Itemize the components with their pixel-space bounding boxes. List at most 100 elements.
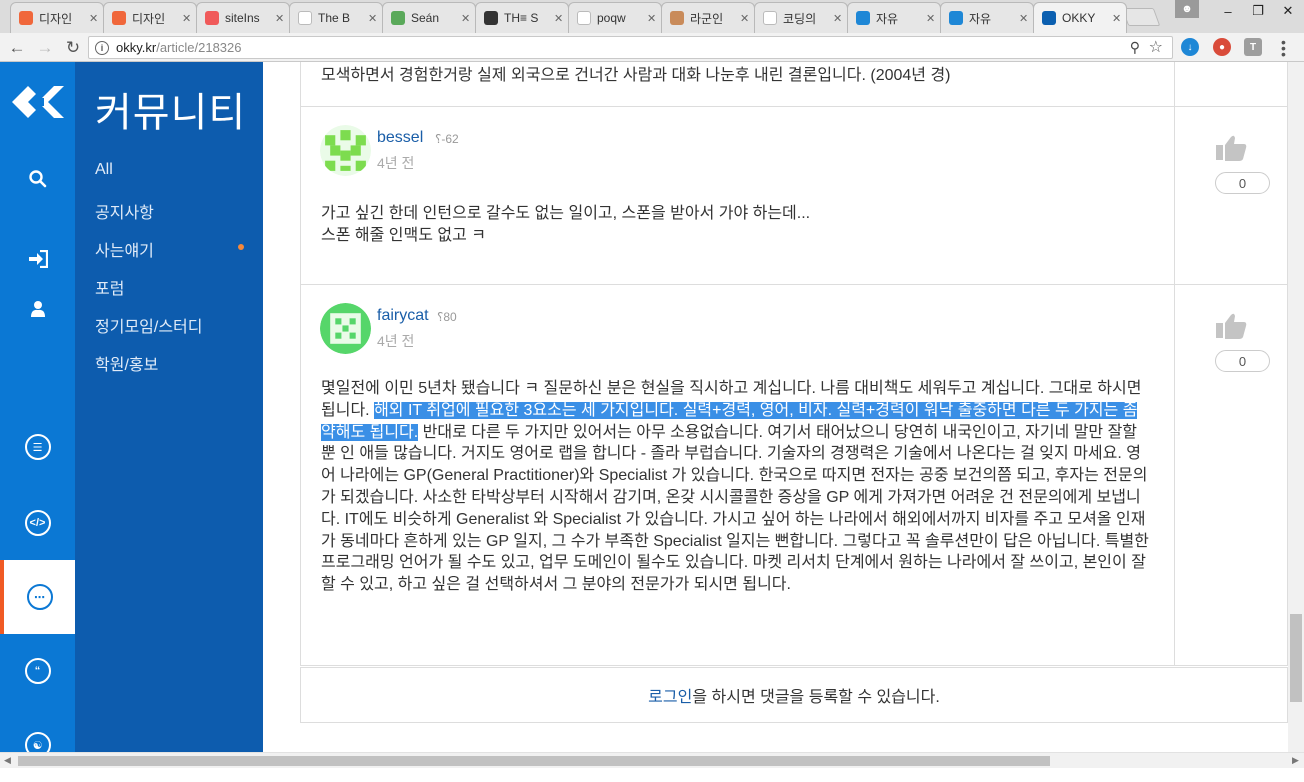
database-icon: ☰ [24, 434, 51, 460]
tab-title: siteIns [225, 11, 260, 25]
reputation-score: ⸮-62 [435, 132, 459, 146]
nav-qna[interactable]: ☰ [0, 410, 75, 484]
info-icon[interactable]: i [95, 40, 109, 55]
th-icon [484, 11, 498, 25]
vote-column [1174, 62, 1287, 106]
subnav-item-notice[interactable]: 공지사항 [95, 199, 154, 223]
subnav-item-forum[interactable]: 포럼 [95, 275, 124, 299]
address-bar[interactable]: i okky.kr/article/218326 ⚲ ☆ [88, 36, 1173, 59]
close-tab-icon[interactable]: ✕ [1112, 12, 1122, 25]
close-tab-icon[interactable]: ✕ [647, 12, 657, 25]
nav-jobs[interactable]: ☯ [0, 708, 75, 782]
browser-tab[interactable]: 자유 ✕ [847, 2, 941, 33]
subnav-item-life[interactable]: 사는얘기 [95, 237, 154, 261]
tab-title: Seán [411, 11, 440, 25]
bookmark-star-icon[interactable]: ☆ [1149, 37, 1163, 57]
extension-t-icon[interactable]: T [1244, 38, 1262, 56]
login-link[interactable]: 로그인 [648, 683, 692, 707]
okky-logo[interactable] [0, 62, 75, 142]
comments-icon: ⋯ [26, 584, 53, 610]
close-tab-icon[interactable]: ✕ [89, 12, 99, 25]
comment-author[interactable]: bessel [377, 129, 423, 147]
zoom-icon[interactable]: ⚲ [1130, 39, 1140, 56]
subnav-item-promo[interactable]: 학원/홍보 [95, 351, 158, 375]
browser-tab[interactable]: 디자인 ✕ [103, 2, 197, 33]
comment-bessel: bessel ⸮-62 4년 전 가고 싶긴 한데 인턴으로 갈수도 없는 일이… [300, 107, 1288, 285]
vertical-scrollbar[interactable] [1288, 62, 1304, 752]
minimize-button[interactable]: – [1213, 0, 1243, 22]
tab-title: TH≡ S [504, 11, 539, 25]
browser-tab[interactable]: 코딩의 ✕ [754, 2, 848, 33]
close-tab-icon[interactable]: ✕ [182, 12, 192, 25]
avatar[interactable] [320, 303, 371, 354]
comment-text: 몇일전에 이민 5년차 됐습니다 ㅋ 질문하신 분은 현실을 직시하고 계십니다… [321, 378, 1153, 596]
reputation-value: -62 [441, 132, 459, 146]
comment-time: 4년 전 [377, 333, 415, 349]
thumbs-up-icon[interactable] [1214, 134, 1250, 162]
browser-tab[interactable]: OKKY ✕ [1033, 2, 1127, 33]
thumbs-up-icon[interactable] [1214, 312, 1250, 340]
browser-menu-icon[interactable]: • • • [1281, 35, 1287, 61]
tab-title: 코딩의 [783, 11, 817, 26]
close-tab-icon[interactable]: ✕ [368, 12, 378, 25]
article-content: 모색하면서 경험한거랑 실제 외국으로 건너간 사람과 대화 나눈후 내린 결론… [263, 62, 1288, 752]
search-button[interactable] [0, 142, 75, 216]
doc-icon [577, 11, 591, 25]
signup-button[interactable] [0, 272, 75, 346]
browser-tab[interactable]: 자유 ✕ [940, 2, 1034, 33]
browser-tab[interactable]: Seán ✕ [382, 2, 476, 33]
nav-column[interactable]: “ [0, 634, 75, 708]
browser-tab[interactable]: TH≡ S ✕ [475, 2, 569, 33]
scrollbar-thumb[interactable] [1290, 614, 1302, 702]
extension-download-icon[interactable]: ↓ [1181, 38, 1199, 56]
community-sub-nav: 커뮤니티 All 공지사항 사는얘기 포럼 정기모임/스터디 학원/홍보 [75, 62, 263, 752]
close-tab-icon[interactable]: ✕ [275, 12, 285, 25]
browser-tab[interactable]: The B ✕ [289, 2, 383, 33]
nav-community[interactable]: ⋯ [0, 560, 75, 634]
scroll-left-icon[interactable]: ◀ [4, 755, 11, 766]
profile-icon[interactable]: ☻ [1175, 0, 1199, 18]
vote-column: 0 [1174, 285, 1287, 665]
orange-circle-icon [112, 11, 126, 25]
scrollbar-thumb[interactable] [18, 756, 1050, 766]
close-tab-icon[interactable]: ✕ [554, 12, 564, 25]
scroll-right-icon[interactable]: ▶ [1292, 755, 1299, 766]
close-tab-icon[interactable]: ✕ [833, 12, 843, 25]
gift-icon [391, 11, 405, 25]
maximize-button[interactable]: ❐ [1243, 0, 1273, 22]
comment-fairycat: fairycat ⸮80 4년 전 몇일전에 이민 5년차 됐습니다 ㅋ 질문하… [300, 285, 1288, 666]
browser-tab[interactable]: 라군인 ✕ [661, 2, 755, 33]
n-icon [856, 11, 870, 25]
avatar[interactable] [320, 125, 371, 176]
comment-author[interactable]: fairycat [377, 307, 429, 325]
comment-previous: 모색하면서 경험한거랑 실제 외국으로 건너간 사람과 대화 나눈후 내린 결론… [300, 62, 1288, 107]
extension-cookie-icon[interactable]: ● [1213, 38, 1231, 56]
forward-button[interactable]: → [34, 37, 56, 59]
sign-in-icon [28, 250, 48, 268]
browser-tab[interactable]: poqw ✕ [568, 2, 662, 33]
subnav-item-all[interactable]: All [95, 161, 113, 179]
nav-tech[interactable]: </> [0, 486, 75, 560]
comment-time: 4년 전 [377, 155, 415, 171]
n-icon [949, 11, 963, 25]
comment-line: 가고 싶긴 한데 인턴으로 갈수도 없는 일이고, 스폰을 받아서 가야 하는데… [321, 205, 811, 222]
close-tab-icon[interactable]: ✕ [740, 12, 750, 25]
new-post-dot [238, 244, 244, 250]
close-tab-icon[interactable]: ✕ [1019, 12, 1029, 25]
browser-tab[interactable]: 디자인 ✕ [10, 2, 104, 33]
back-button[interactable]: ← [6, 37, 28, 59]
browser-tab[interactable]: siteIns ✕ [196, 2, 290, 33]
vote-count: 0 [1215, 172, 1270, 194]
quote-icon: “ [24, 658, 51, 684]
close-tab-icon[interactable]: ✕ [461, 12, 471, 25]
google-icon [763, 11, 777, 25]
subnav-item-meetup[interactable]: 정기모임/스터디 [95, 313, 203, 337]
close-tab-icon[interactable]: ✕ [926, 12, 936, 25]
close-window-button[interactable]: ✕ [1273, 0, 1303, 22]
main-nav-rail: ☰ </> ⋯ “ ☯ [0, 62, 75, 758]
login-prompt-text: 을 하시면 댓글을 등록할 수 있습니다. [692, 689, 940, 706]
new-tab-button[interactable] [1121, 8, 1161, 26]
reload-button[interactable]: ↻ [62, 37, 84, 59]
horizontal-scrollbar[interactable]: ◀ ▶ [0, 752, 1304, 768]
okky-icon [1042, 11, 1056, 25]
